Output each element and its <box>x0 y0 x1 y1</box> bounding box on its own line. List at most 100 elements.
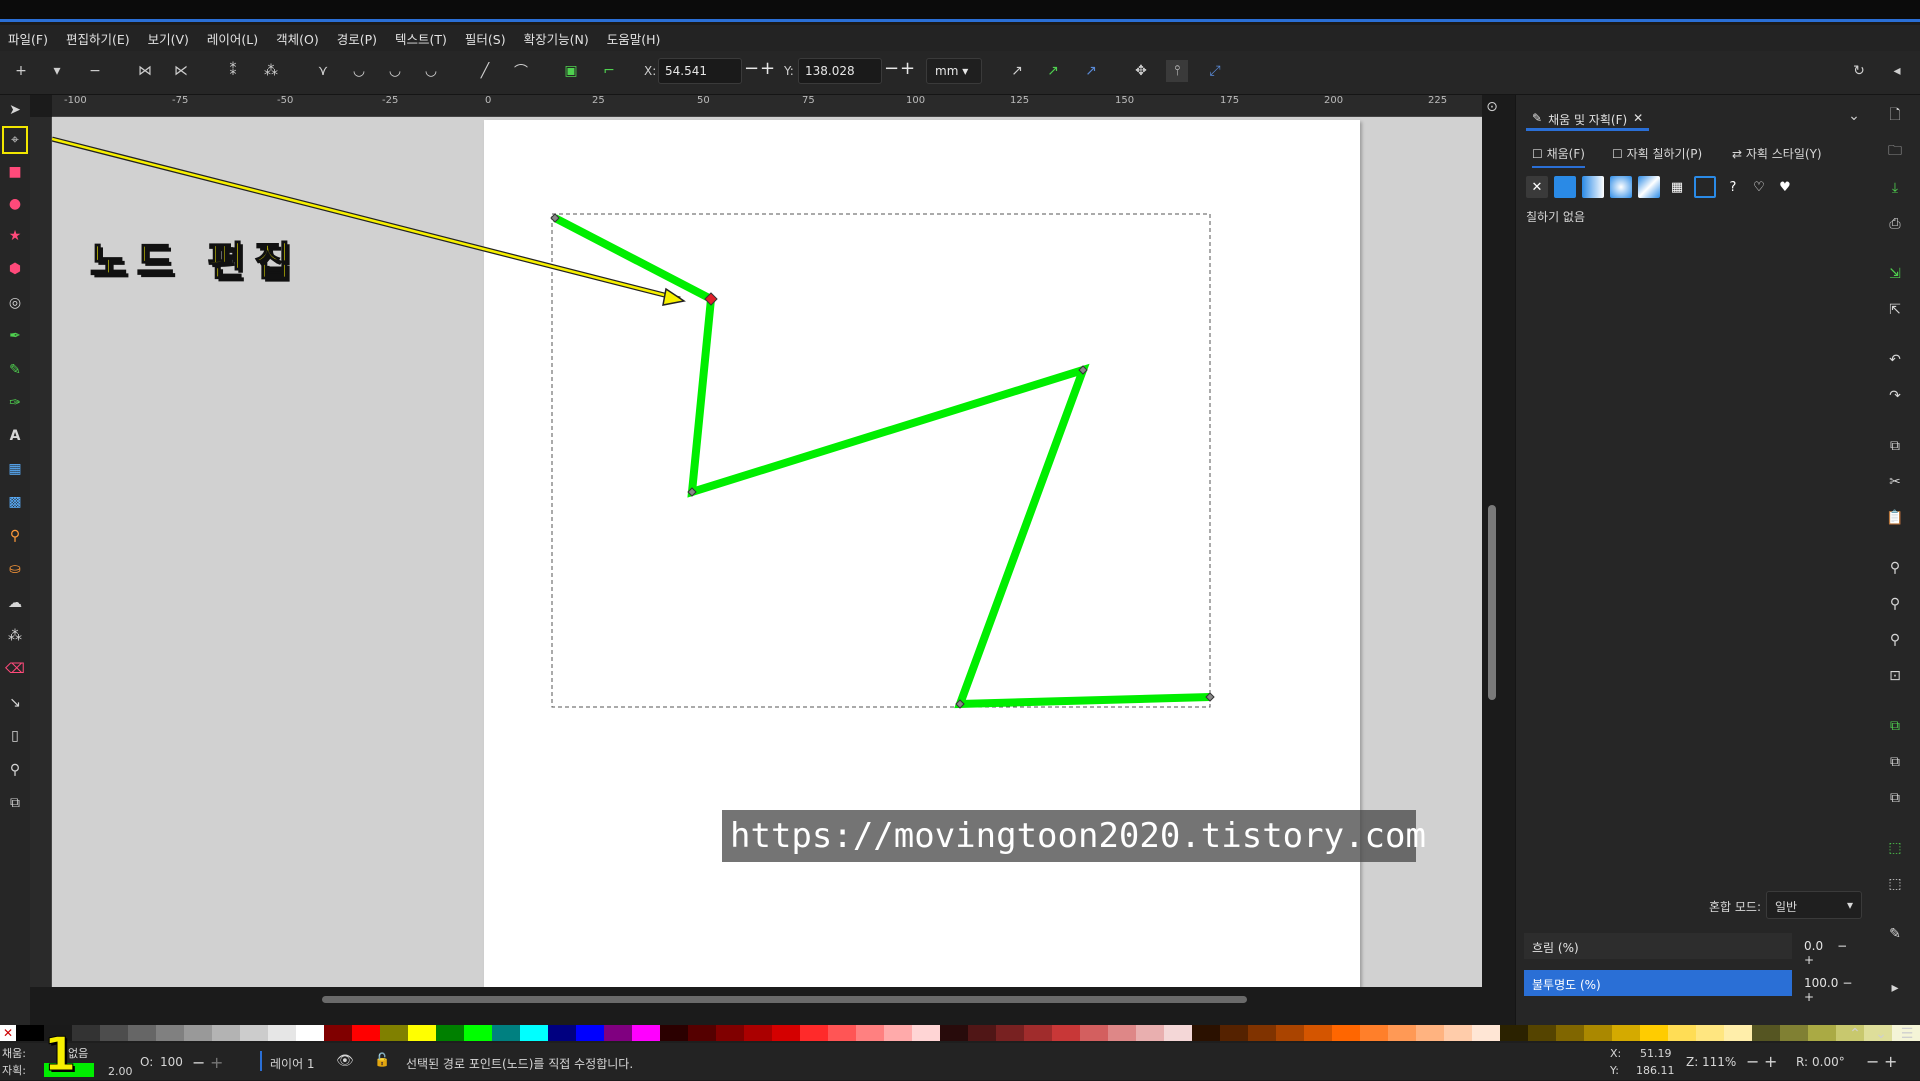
palette-swatch[interactable] <box>604 1025 632 1041</box>
palette-swatch[interactable] <box>352 1025 380 1041</box>
no-color-swatch[interactable]: ✕ <box>0 1025 16 1041</box>
unset-paint-icon[interactable]: ? <box>1722 176 1744 198</box>
palette-swatch[interactable] <box>520 1025 548 1041</box>
vertical-scrollbar[interactable] <box>1488 505 1496 700</box>
palette-swatch[interactable] <box>856 1025 884 1041</box>
palette-scroll-up-icon[interactable]: ⌃ <box>1844 1023 1866 1045</box>
palette-swatch[interactable] <box>576 1025 604 1041</box>
palette-swatch[interactable] <box>492 1025 520 1041</box>
subtab-stroke-paint[interactable]: ☐ 자획 칠하기(P) <box>1612 145 1702 162</box>
menu-path[interactable]: 경로(P) <box>337 29 377 48</box>
calligraphy-tool-icon[interactable]: ✑ <box>4 392 26 414</box>
node-handles-icon[interactable]: ⫯ <box>1166 60 1188 82</box>
palette-swatch[interactable] <box>1584 1025 1612 1041</box>
zoom-page-icon[interactable]: ⚲ <box>1884 629 1906 651</box>
palette-swatch[interactable] <box>632 1025 660 1041</box>
palette-swatch[interactable] <box>1388 1025 1416 1041</box>
palette-swatch[interactable] <box>1276 1025 1304 1041</box>
palette-swatch[interactable] <box>688 1025 716 1041</box>
unit-select[interactable]: mm ▾ <box>926 58 982 84</box>
rotate-value[interactable]: 0.00° <box>1812 1055 1845 1069</box>
measure-tool-icon[interactable]: ⧉ <box>4 792 26 814</box>
palette-swatch[interactable] <box>1724 1025 1752 1041</box>
join-segment-icon[interactable]: ⁑ <box>222 60 244 82</box>
symmetric-node-icon[interactable]: ◡ <box>384 60 406 82</box>
palette-menu-icon[interactable]: ☰ <box>1896 1023 1918 1045</box>
palette-swatch[interactable] <box>1416 1025 1444 1041</box>
expand-arrow-icon[interactable]: ▸ <box>1884 977 1906 999</box>
spray-tool-icon[interactable]: ⁂ <box>4 625 26 647</box>
palette-swatch[interactable] <box>128 1025 156 1041</box>
palette-swatch[interactable] <box>1696 1025 1724 1041</box>
collapse-toolbar-icon[interactable]: ◂ <box>1886 60 1908 82</box>
auto-smooth-node-icon[interactable]: ◡ <box>420 60 442 82</box>
insert-dropdown-icon[interactable]: ▾ <box>46 60 68 82</box>
canvas-zoom-corner-icon[interactable]: ⊙ <box>1481 96 1503 118</box>
pencil-tool-icon[interactable]: ✎ <box>4 359 26 381</box>
blur-value-input[interactable]: 0.0− + <box>1798 933 1858 967</box>
lock-icon[interactable]: 🔓 <box>374 1053 390 1068</box>
show-handles-icon[interactable]: ↗ <box>1006 60 1028 82</box>
flat-color-icon[interactable] <box>1554 176 1576 198</box>
opacity-value[interactable]: 100 <box>160 1055 183 1069</box>
palette-swatch[interactable] <box>464 1025 492 1041</box>
x-decrement-button[interactable]: − <box>744 58 759 79</box>
fill-rule-nonzero-icon[interactable]: ♥ <box>1774 176 1796 198</box>
menu-filters[interactable]: 필터(S) <box>465 29 506 48</box>
horizontal-scrollbar[interactable] <box>322 996 1247 1003</box>
group-icon[interactable]: ⬚ <box>1884 837 1906 859</box>
palette-swatch[interactable] <box>1640 1025 1668 1041</box>
paste-icon[interactable]: 📋 <box>1884 507 1906 529</box>
zoom-value[interactable]: 111% <box>1702 1055 1736 1069</box>
delete-node-icon[interactable]: − <box>84 60 106 82</box>
palette-swatch[interactable] <box>296 1025 324 1041</box>
save-icon[interactable]: ⤓ <box>1884 177 1906 199</box>
spiral-tool-icon[interactable]: ◎ <box>4 292 26 314</box>
palette-swatch[interactable] <box>436 1025 464 1041</box>
palette-swatch[interactable] <box>1304 1025 1332 1041</box>
palette-swatch[interactable] <box>1752 1025 1780 1041</box>
palette-swatch[interactable] <box>1556 1025 1584 1041</box>
menu-layer[interactable]: 레이어(L) <box>207 29 258 48</box>
eye-icon[interactable]: 👁 <box>336 1053 354 1069</box>
text-tool-icon[interactable]: A <box>4 425 26 447</box>
eraser-tool-icon[interactable]: ⌫ <box>4 658 26 680</box>
palette-swatch[interactable] <box>1612 1025 1640 1041</box>
panel-menu-chevron-icon[interactable]: ⌄ <box>1843 105 1865 127</box>
palette-swatch[interactable] <box>1472 1025 1500 1041</box>
close-icon[interactable]: ✕ <box>1633 111 1643 125</box>
stroke-to-path-icon[interactable]: ⌐ <box>598 60 620 82</box>
palette-swatch[interactable] <box>156 1025 184 1041</box>
connector-tool-icon[interactable]: ↘ <box>4 692 26 714</box>
y-decrement-button[interactable]: − <box>884 58 899 79</box>
object-to-path-icon[interactable]: ▣ <box>560 60 582 82</box>
opacity-value-input[interactable]: 100.0− + <box>1798 970 1858 1004</box>
palette-swatch[interactable] <box>324 1025 352 1041</box>
palette-swatch[interactable] <box>744 1025 772 1041</box>
palette-swatch[interactable] <box>772 1025 800 1041</box>
rotate-increment-button[interactable]: + <box>1884 1052 1897 1071</box>
ungroup-icon[interactable]: ⬚ <box>1884 873 1906 895</box>
y-coordinate-input[interactable]: 138.028 <box>798 58 882 84</box>
print-icon[interactable]: ⎙ <box>1884 213 1906 235</box>
palette-swatch[interactable] <box>1080 1025 1108 1041</box>
ellipse-tool-icon[interactable]: ● <box>4 193 26 215</box>
zoom-in-button[interactable]: + <box>1764 1052 1777 1071</box>
palette-swatch[interactable] <box>1108 1025 1136 1041</box>
snap-toggle-icon[interactable]: ↻ <box>1848 60 1870 82</box>
cusp-node-icon[interactable]: ⋎ <box>312 60 334 82</box>
palette-swatch[interactable] <box>1248 1025 1276 1041</box>
palette-swatch[interactable] <box>1808 1025 1836 1041</box>
blend-mode-select[interactable]: 일반 ▾ <box>1766 891 1862 919</box>
palette-swatch[interactable] <box>1192 1025 1220 1041</box>
palette-swatch[interactable] <box>268 1025 296 1041</box>
menu-extensions[interactable]: 확장기능(N) <box>524 29 589 48</box>
menu-text[interactable]: 텍스트(T) <box>395 29 447 48</box>
x-coordinate-input[interactable]: 54.541 <box>658 58 742 84</box>
palette-swatch[interactable] <box>408 1025 436 1041</box>
pattern-icon[interactable]: ▦ <box>1666 176 1688 198</box>
make-line-icon[interactable]: ╱ <box>474 60 496 82</box>
palette-swatch[interactable] <box>1164 1025 1192 1041</box>
palette-swatch[interactable] <box>184 1025 212 1041</box>
palette-swatch[interactable] <box>1332 1025 1360 1041</box>
